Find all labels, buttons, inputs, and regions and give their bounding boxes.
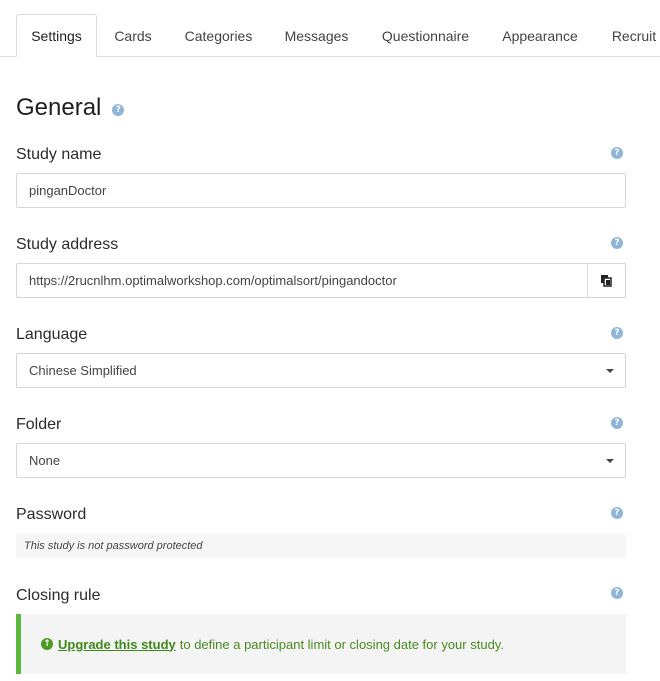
upgrade-study-link[interactable]: Upgrade this study bbox=[58, 637, 176, 652]
study-address-value: https://2rucnlhm.optimalworkshop.com/opt… bbox=[29, 273, 397, 288]
tab-categories[interactable]: Categories bbox=[169, 14, 268, 57]
language-selected-value: Chinese Simplified bbox=[29, 363, 137, 378]
arrow-up-circle-icon: ↑ bbox=[41, 638, 53, 650]
section-heading-text: General bbox=[16, 94, 102, 121]
tab-appearance[interactable]: Appearance bbox=[486, 14, 594, 57]
folder-selected-value: None bbox=[29, 453, 61, 468]
tab-questionnaire[interactable]: Questionnaire bbox=[365, 14, 486, 57]
section-heading: General ? bbox=[16, 94, 125, 122]
tab-bar: Settings Cards Categories Messages Quest… bbox=[0, 0, 660, 57]
folder-label: Folder bbox=[16, 416, 62, 433]
password-status-note: This study is not password protected bbox=[16, 534, 626, 558]
chevron-down-icon bbox=[606, 369, 614, 373]
help-icon[interactable]: ? bbox=[611, 327, 623, 339]
help-icon[interactable]: ? bbox=[611, 237, 623, 249]
study-address-label: Study address bbox=[16, 236, 119, 253]
folder-select[interactable]: None bbox=[16, 443, 626, 478]
study-name-input[interactable]: pinganDoctor bbox=[16, 173, 626, 208]
tab-recruit[interactable]: Recruit bbox=[594, 14, 660, 57]
chevron-down-icon bbox=[606, 459, 614, 463]
help-icon[interactable]: ? bbox=[611, 147, 623, 159]
password-label: Password bbox=[16, 506, 87, 523]
upgrade-callout: ↑ Upgrade this study to define a partici… bbox=[16, 614, 626, 674]
language-label: Language bbox=[16, 326, 88, 343]
tab-settings[interactable]: Settings bbox=[16, 14, 97, 57]
help-icon[interactable]: ? bbox=[611, 417, 623, 429]
closing-rule-label: Closing rule bbox=[16, 587, 101, 604]
upgrade-description: to define a participant limit or closing… bbox=[179, 636, 504, 652]
copy-icon bbox=[601, 275, 612, 287]
study-address-field[interactable]: https://2rucnlhm.optimalworkshop.com/opt… bbox=[16, 263, 626, 298]
tab-messages[interactable]: Messages bbox=[268, 14, 365, 57]
study-name-label: Study name bbox=[16, 146, 102, 163]
copy-button[interactable] bbox=[587, 263, 626, 298]
help-icon[interactable]: ? bbox=[112, 104, 125, 116]
tab-cards[interactable]: Cards bbox=[97, 14, 169, 57]
study-name-value: pinganDoctor bbox=[29, 183, 107, 198]
language-select[interactable]: Chinese Simplified bbox=[16, 353, 626, 388]
help-icon[interactable]: ? bbox=[611, 507, 623, 519]
help-icon[interactable]: ? bbox=[611, 587, 623, 599]
